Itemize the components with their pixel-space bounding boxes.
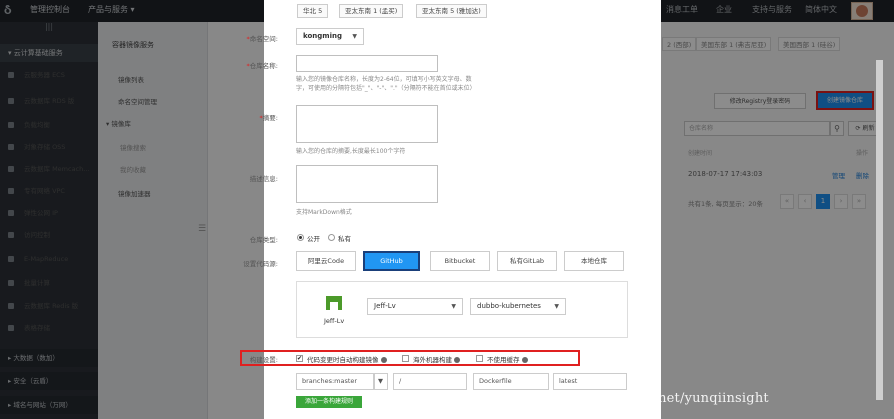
repo-name-label: *仓库名称: xyxy=(246,62,278,70)
chevron-down-icon: ▼ xyxy=(378,377,383,385)
no-cache-checkbox[interactable] xyxy=(476,355,483,362)
repo-name-hint: 输入您的镜像仓库名称，长度为2-64位，可填写小写英文字母、数 字，可使用的分隔符… xyxy=(296,76,476,92)
watermark: https://blog.csdn.net/yunqiinsight xyxy=(540,391,769,406)
github-account-select[interactable]: Jeff-Lv ▼ xyxy=(367,298,463,315)
region-btn-huabei5[interactable]: 华北 5 xyxy=(297,4,329,18)
repo-type-label: 仓库类型: xyxy=(249,236,278,244)
help-icon[interactable] xyxy=(454,357,460,363)
add-build-rule-button[interactable]: 添加一条构建规则 xyxy=(296,396,362,408)
source-github-button[interactable]: GitHub xyxy=(363,251,420,271)
summary-hint: 输入您的仓库的摘要,长度最长100个字符 xyxy=(296,148,406,155)
overseas-build-label: 海外机器构建 xyxy=(413,354,460,364)
github-repo-select[interactable]: dubbo-kubernetes ▼ xyxy=(470,298,566,315)
repo-type-private-radio[interactable] xyxy=(328,234,335,241)
modal-backdrop-left xyxy=(0,0,264,419)
repo-type-public-label: 公开 xyxy=(307,235,320,243)
build-rule-tag-input[interactable]: latest xyxy=(553,373,627,390)
summary-textarea[interactable] xyxy=(296,105,438,143)
namespace-select[interactable]: kongming ▼ xyxy=(296,28,364,45)
modal-backdrop-right xyxy=(661,0,894,419)
build-rule-path-input[interactable]: / xyxy=(393,373,467,390)
chevron-down-icon: ▼ xyxy=(554,303,559,310)
build-settings-label: 构建设置: xyxy=(249,356,278,364)
build-rule-branch-input[interactable]: branches:master xyxy=(296,373,374,390)
no-cache-label: 不使用缓存 xyxy=(487,354,528,364)
build-rule-branch-dropdown[interactable]: ▼ xyxy=(374,373,388,390)
github-username: Jeff-Lv xyxy=(324,317,345,325)
region-btn-jakarta[interactable]: 亚太东南 5 (雅加达) xyxy=(416,4,487,18)
chevron-down-icon: ▼ xyxy=(352,33,357,40)
repo-type-private-label: 私有 xyxy=(338,235,351,243)
source-local-button[interactable]: 本地仓库 xyxy=(564,251,624,271)
namespace-label: *命名空间: xyxy=(246,35,278,43)
source-aliyun-code-button[interactable]: 阿里云Code xyxy=(296,251,356,271)
repo-name-input[interactable] xyxy=(296,55,438,72)
page-scrollbar[interactable] xyxy=(876,60,883,400)
description-hint: 支持MarkDown格式 xyxy=(296,209,352,216)
auto-build-checkbox[interactable]: ✔ xyxy=(296,355,303,362)
code-source-label: 设置代码源: xyxy=(243,260,278,268)
description-label: 描述信息: xyxy=(249,175,278,183)
region-btn-mumbai[interactable]: 亚太东南 1 (孟买) xyxy=(339,4,404,18)
summary-label: *摘要: xyxy=(259,114,278,122)
description-textarea[interactable] xyxy=(296,165,438,203)
help-icon[interactable] xyxy=(380,357,387,363)
source-gitlab-button[interactable]: 私有GitLab xyxy=(497,251,557,271)
overseas-build-checkbox[interactable] xyxy=(402,355,409,362)
chevron-down-icon: ▼ xyxy=(451,303,456,310)
github-account-avatar-icon xyxy=(326,296,342,310)
auto-build-label: 代码变更时自动构建镜像 xyxy=(307,354,387,364)
source-bitbucket-button[interactable]: Bitbucket xyxy=(430,251,490,271)
build-rule-dockerfile-input[interactable]: Dockerfile xyxy=(473,373,549,390)
help-icon[interactable] xyxy=(521,357,528,363)
repo-type-public-radio[interactable] xyxy=(297,234,304,241)
build-settings-highlight xyxy=(240,350,580,366)
